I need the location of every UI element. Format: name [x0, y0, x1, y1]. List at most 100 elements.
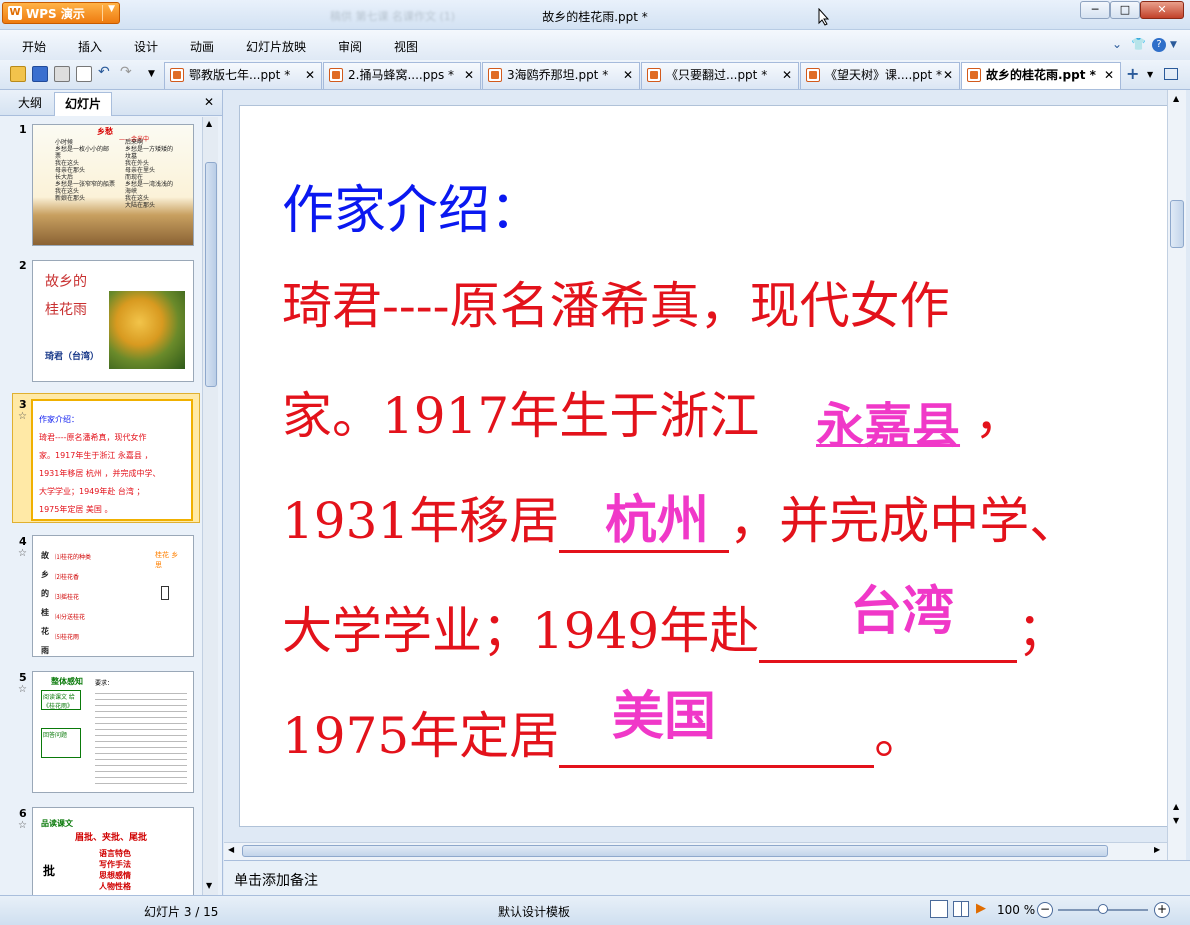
- scrollbar-thumb[interactable]: [1170, 200, 1184, 248]
- tab-document-active[interactable]: 故乡的桂花雨.ppt * ✕: [961, 62, 1121, 89]
- slide-thumbnail-1[interactable]: 乡愁 ——余光中 小时候 乡愁是一枚小小的邮票我在这头 母亲在那头 长大后 乡愁是一张窄…: [32, 124, 194, 246]
- tab-document-4[interactable]: 《只要翻过...ppt * ✕: [641, 62, 799, 89]
- scroll-left-icon[interactable]: ◀: [228, 845, 234, 854]
- pane-close-icon[interactable]: ✕: [204, 95, 214, 109]
- scroll-right-icon[interactable]: ▶: [1154, 845, 1160, 854]
- menu-home[interactable]: 开始: [22, 38, 46, 55]
- tab-close-icon[interactable]: ✕: [1104, 63, 1114, 87]
- slide-thumbnail-4[interactable]: 故乡的桂花雨 ⑴桂花的种类 ⑵桂花香 ⑶摇桂花 ⑷分送桂花 ⑸桂花雨 桂花 乡 思: [32, 535, 194, 657]
- arrow-down-icon: [161, 586, 169, 600]
- thumbnail-list: 1 乡愁 ——余光中 小时候 乡愁是一枚小小的邮票我在这头 母亲在那头 长大后 乡愁是一…: [0, 117, 203, 895]
- tab-close-icon[interactable]: ✕: [623, 63, 633, 87]
- scroll-up-icon[interactable]: ▲: [1173, 94, 1179, 103]
- quick-toolbar: ↶ ↷ ▼ 鄂教版七年...ppt * ✕ 2.捅马蜂窝....pps * ✕ …: [0, 60, 1190, 90]
- slide-line-1[interactable]: 琦君----原名潘希真，现代女作: [282, 266, 950, 338]
- print-preview-icon[interactable]: [76, 66, 92, 82]
- animation-star-icon: ☆: [18, 411, 27, 422]
- slide-number: 5: [19, 671, 27, 684]
- collapse-ribbon-icon[interactable]: ⌄: [1112, 37, 1122, 51]
- window-title: 故乡的桂花雨.ppt *: [542, 10, 648, 24]
- osmanthus-image: [109, 291, 185, 369]
- slide-editor: 作家介绍： 琦君----原名潘希真，现代女作 家。1917年生于浙江， 1931…: [224, 90, 1190, 860]
- menu-bar: 开始 插入 设计 动画 幻灯片放映 审阅 视图 ⌄ 👕 ? ▼: [0, 30, 1190, 60]
- open-icon[interactable]: [10, 66, 26, 82]
- scrollbar-thumb[interactable]: [205, 162, 217, 387]
- slide-thumbnail-5[interactable]: 整体感知 阅读课文 给《桂花雨》 回答问题 要求：: [32, 671, 194, 793]
- new-tab-icon[interactable]: +: [1126, 64, 1139, 83]
- scrollbar-thumb[interactable]: [242, 845, 1108, 857]
- slide-horizontal-scrollbar[interactable]: ◀ ▶: [224, 842, 1167, 860]
- tab-close-icon[interactable]: ✕: [464, 63, 474, 87]
- undo-icon[interactable]: ↶: [98, 64, 114, 80]
- previous-slide-icon[interactable]: ▲: [1173, 802, 1179, 811]
- normal-view-icon[interactable]: [930, 900, 948, 918]
- slide-vertical-scrollbar[interactable]: ▲ ▲ ▼: [1167, 90, 1186, 860]
- menu-slideshow[interactable]: 幻灯片放映: [246, 38, 306, 55]
- tab-document-3[interactable]: 3海鸥乔那坦.ppt * ✕: [482, 62, 640, 89]
- menu-view[interactable]: 视图: [394, 38, 418, 55]
- slide-number: 6: [19, 807, 27, 820]
- thumbnail-scrollbar[interactable]: ▲ ▼: [202, 117, 218, 895]
- maximize-button[interactable]: □: [1110, 1, 1140, 19]
- template-name: 默认设计模板: [498, 905, 571, 919]
- slideshow-play-icon[interactable]: ▶: [976, 901, 986, 916]
- zoom-in-icon[interactable]: +: [1154, 902, 1170, 918]
- answer-usa[interactable]: 美国: [612, 674, 716, 749]
- status-bar: 幻灯片 3 / 15 默认设计模板 ▶ 100 % − +: [0, 895, 1190, 925]
- animation-star-icon: ☆: [18, 548, 27, 559]
- tab-document-1[interactable]: 鄂教版七年...ppt * ✕: [164, 62, 322, 89]
- zoom-slider-handle[interactable]: [1098, 904, 1108, 914]
- customize-toolbar-icon[interactable]: ▼: [148, 69, 164, 85]
- slide-sorter-icon[interactable]: [953, 901, 969, 917]
- slide-line-5[interactable]: 1975年定居。: [282, 696, 924, 768]
- help-icon[interactable]: ?: [1152, 38, 1166, 52]
- minimize-button[interactable]: ─: [1080, 1, 1110, 19]
- scroll-up-icon[interactable]: ▲: [206, 119, 212, 128]
- mouse-cursor-icon: [818, 7, 830, 29]
- current-slide[interactable]: 作家介绍： 琦君----原名潘希真，现代女作 家。1917年生于浙江， 1931…: [239, 105, 1168, 827]
- tab-list-dropdown-icon[interactable]: ▼: [1147, 70, 1153, 79]
- slide-title[interactable]: 作家介绍：: [282, 168, 542, 243]
- animation-star-icon: ☆: [18, 820, 27, 831]
- slide-thumbnail-6[interactable]: 品读课文 眉批、夹批、尾批 批 语言特色 写作手法 思想感情 人物性格: [32, 807, 194, 895]
- save-icon[interactable]: [32, 66, 48, 82]
- print-icon[interactable]: [54, 66, 70, 82]
- notes-placeholder[interactable]: 单击添加备注: [234, 870, 318, 890]
- slide-number: 2: [19, 259, 27, 272]
- tab-slides[interactable]: 幻灯片: [54, 92, 112, 116]
- ppt-file-icon: [329, 68, 343, 82]
- answer-taiwan[interactable]: 台湾: [850, 569, 954, 644]
- ppt-file-icon: [488, 68, 502, 82]
- scroll-down-icon[interactable]: ▼: [206, 881, 212, 890]
- slide-counter: 幻灯片 3 / 15: [144, 905, 219, 919]
- menu-animation[interactable]: 动画: [190, 38, 214, 55]
- zoom-level: 100 %: [997, 903, 1036, 917]
- window-layout-icon[interactable]: [1164, 68, 1178, 80]
- help-dropdown-icon[interactable]: ▼: [1170, 40, 1177, 50]
- title-bar: W WPS 演示 ▼ 稿供 第七课 名课作文 (1) 故乡的桂花雨.ppt * …: [0, 0, 1190, 30]
- slide-thumbnail-2[interactable]: 故乡的 桂花雨 琦君（台湾）: [32, 260, 194, 382]
- redo-icon[interactable]: ↷: [120, 64, 136, 80]
- slides-pane: 大纲 幻灯片 ✕ 1 乡愁 ——余光中 小时候 乡愁是一枚小小的邮票我在这头 母亲在…: [0, 90, 223, 895]
- tab-document-2[interactable]: 2.捅马蜂窝....pps * ✕: [323, 62, 481, 89]
- slide-number: 4: [19, 535, 27, 548]
- zoom-out-icon[interactable]: −: [1037, 902, 1053, 918]
- next-slide-icon[interactable]: ▼: [1173, 816, 1179, 825]
- tab-close-icon[interactable]: ✕: [943, 63, 953, 87]
- slide-thumbnail-3[interactable]: 作家介绍： 琦君----原名潘希真，现代女作 家。1917年生于浙江 永嘉县 ，…: [31, 399, 193, 521]
- close-window-button[interactable]: ✕: [1140, 1, 1184, 19]
- text-block: [95, 688, 187, 784]
- tab-outline[interactable]: 大纲: [8, 92, 52, 116]
- menu-review[interactable]: 审阅: [338, 38, 362, 55]
- notes-pane[interactable]: 单击添加备注: [224, 860, 1190, 895]
- answer-hangzhou[interactable]: 杭州: [605, 478, 709, 553]
- tab-close-icon[interactable]: ✕: [305, 63, 315, 87]
- ppt-file-icon: [170, 68, 184, 82]
- tab-document-5[interactable]: 《望天树》课....ppt * ✕: [800, 62, 960, 89]
- menu-insert[interactable]: 插入: [78, 38, 102, 55]
- ppt-file-icon: [647, 68, 661, 82]
- skin-icon[interactable]: 👕: [1131, 37, 1146, 51]
- answer-yongjia[interactable]: 永嘉县: [816, 386, 960, 456]
- menu-design[interactable]: 设计: [134, 38, 158, 55]
- tab-close-icon[interactable]: ✕: [782, 63, 792, 87]
